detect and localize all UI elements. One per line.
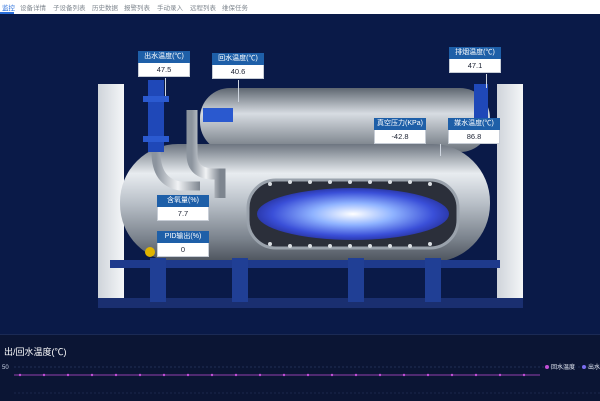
tab-manual-entry[interactable]: 手动录入 bbox=[157, 2, 183, 12]
vacuum-pressure-label: 真空压力(KPa) bbox=[374, 118, 426, 130]
series-point bbox=[522, 373, 526, 377]
legend-marker-outlet bbox=[582, 365, 586, 369]
leader-line bbox=[165, 78, 166, 96]
exhaust-temp-card: 排烟温度(℃) 47.1 bbox=[449, 47, 501, 73]
boiler-illustration bbox=[98, 80, 523, 308]
series-point bbox=[426, 373, 430, 377]
series-point bbox=[18, 373, 22, 377]
oxygen-content-label: 含氧量(%) bbox=[157, 195, 209, 207]
series-point bbox=[114, 373, 118, 377]
tab-monitor[interactable]: 监控 bbox=[2, 2, 15, 12]
series-point bbox=[66, 373, 70, 377]
series-point bbox=[474, 373, 478, 377]
series-point bbox=[210, 373, 214, 377]
legend-label-outlet: 出水温 bbox=[588, 363, 600, 371]
y-tick-label: 50 bbox=[2, 365, 9, 371]
tab-sub-device-list[interactable]: 子设备列表 bbox=[53, 2, 86, 12]
tab-device-detail[interactable]: 设备详情 bbox=[20, 2, 46, 12]
chart-svg: 50 回水温度 出水温 bbox=[2, 363, 600, 394]
series-point bbox=[234, 373, 238, 377]
vacuum-pressure-card: 真空压力(KPa) -42.8 bbox=[374, 118, 426, 144]
return-temp-label: 回水温度(℃) bbox=[212, 53, 264, 65]
pid-output-card: PID输出(%) 0 bbox=[157, 231, 209, 257]
vacuum-pressure-value: -42.8 bbox=[374, 130, 426, 144]
leader-line bbox=[238, 80, 239, 102]
legend-marker-return bbox=[545, 365, 549, 369]
outlet-temp-card: 出水温度(℃) 47.5 bbox=[138, 51, 190, 77]
return-temp-card: 回水温度(℃) 40.6 bbox=[212, 53, 264, 79]
series-point bbox=[330, 373, 334, 377]
exhaust-temp-value: 47.1 bbox=[449, 59, 501, 73]
boiler-water-temp-label: 媒水温度(℃) bbox=[448, 118, 500, 130]
series-point bbox=[378, 373, 382, 377]
series-point bbox=[402, 373, 406, 377]
pid-output-value: 0 bbox=[157, 243, 209, 257]
oxygen-content-card: 含氧量(%) 7.7 bbox=[157, 195, 209, 221]
temperature-chart: 出/回水温度(℃) 50 回水温度 出水温 bbox=[0, 334, 600, 401]
return-temp-value: 40.6 bbox=[212, 65, 264, 79]
boiler-scene: 出水温度(℃) 47.5 回水温度(℃) 40.6 排烟温度(℃) 47.1 真… bbox=[0, 14, 600, 334]
exhaust-temp-label: 排烟温度(℃) bbox=[449, 47, 501, 59]
pid-output-label: PID输出(%) bbox=[157, 231, 209, 243]
series-point bbox=[90, 373, 94, 377]
series-point bbox=[42, 373, 46, 377]
outlet-temp-value: 47.5 bbox=[138, 63, 190, 77]
series-point bbox=[306, 373, 310, 377]
leader-line bbox=[486, 74, 487, 88]
tab-history-data[interactable]: 历史数据 bbox=[92, 2, 118, 12]
boiler-water-temp-value: 86.8 bbox=[448, 130, 500, 144]
tab-alarm-list[interactable]: 报警列表 bbox=[124, 2, 150, 12]
series-point bbox=[498, 373, 502, 377]
legend-label-return: 回水温度 bbox=[551, 363, 575, 371]
oxygen-content-value: 7.7 bbox=[157, 207, 209, 221]
series-point bbox=[450, 373, 454, 377]
outlet-temp-label: 出水温度(℃) bbox=[138, 51, 190, 63]
series-point bbox=[354, 373, 358, 377]
series-points bbox=[14, 373, 540, 377]
tab-remote-list[interactable]: 远程列表 bbox=[190, 2, 216, 12]
series-point bbox=[162, 373, 166, 377]
series-point bbox=[282, 373, 286, 377]
series-point bbox=[186, 373, 190, 377]
series-point bbox=[138, 373, 142, 377]
series-point bbox=[258, 373, 262, 377]
tab-bar: 监控 设备详情 子设备列表 历史数据 报警列表 手动录入 远程列表 维保任务 bbox=[0, 0, 600, 15]
tab-maintenance-tasks[interactable]: 维保任务 bbox=[222, 2, 248, 12]
boiler-water-temp-card: 媒水温度(℃) 86.8 bbox=[448, 118, 500, 144]
chart-legend: 回水温度 出水温 bbox=[545, 363, 600, 371]
leader-line bbox=[440, 144, 441, 156]
